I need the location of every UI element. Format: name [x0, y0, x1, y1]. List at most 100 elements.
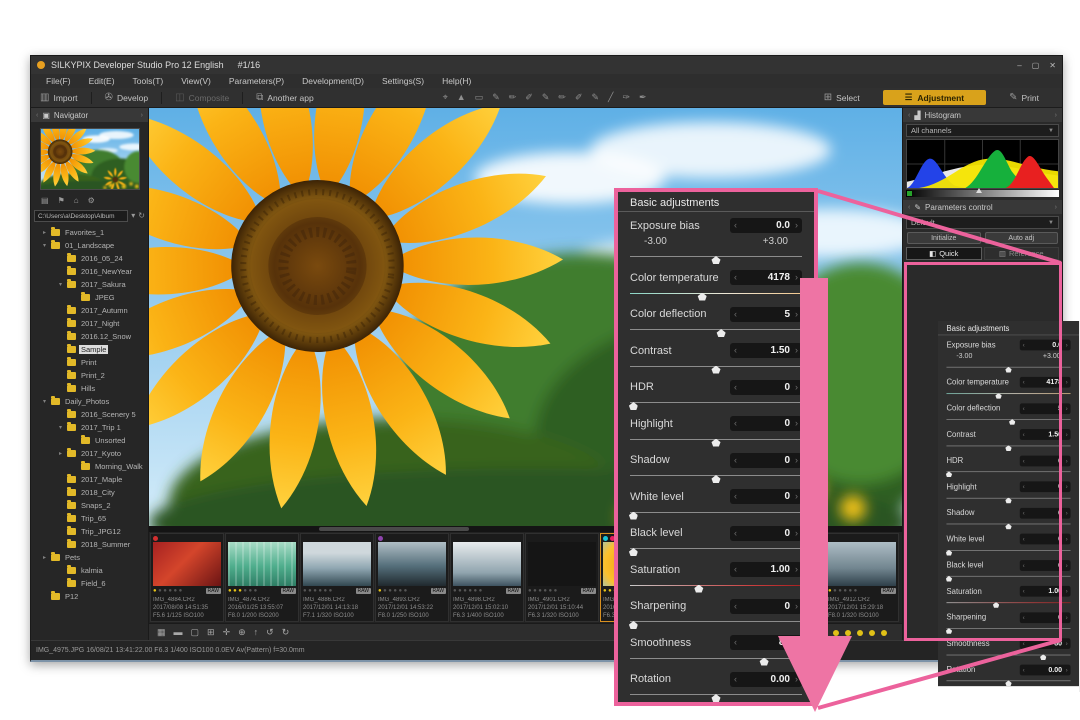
increment-icon[interactable]: › [1066, 562, 1068, 568]
menu-item[interactable]: Edit(E) [80, 76, 124, 86]
view-mode-icon[interactable]: ⊕ [238, 627, 246, 638]
increment-icon[interactable]: › [795, 419, 798, 428]
folder-tree-item[interactable]: Print [31, 356, 148, 369]
value-spinner[interactable]: ‹ 0 › [1020, 534, 1071, 545]
slider-track[interactable] [630, 585, 802, 586]
value-spinner[interactable]: ‹ 0.00 › [1020, 664, 1071, 675]
tool-icon[interactable]: ✎ [542, 92, 550, 103]
value-spinner[interactable]: ‹ 1.00 › [730, 562, 802, 577]
value-spinner[interactable]: ‹ 0 › [1020, 455, 1071, 466]
slider-track[interactable] [946, 602, 1070, 603]
increment-icon[interactable]: › [795, 456, 798, 465]
expand-icon[interactable]: › [1055, 204, 1057, 211]
collapse-icon[interactable]: ‹ [908, 204, 910, 211]
increment-icon[interactable]: › [1066, 536, 1068, 542]
tool-icon[interactable]: ✏ [509, 92, 517, 103]
value-spinner[interactable]: ‹ 0.0 › [730, 218, 802, 233]
star-rating[interactable]: ●●●●●● RAW [303, 586, 371, 595]
value-spinner[interactable]: ‹ 0 › [730, 416, 802, 431]
navigator-thumbnail[interactable] [40, 128, 140, 190]
menu-item[interactable]: Help(H) [433, 76, 480, 86]
value-spinner[interactable]: ‹ 0 › [730, 526, 802, 541]
increment-icon[interactable]: › [1066, 379, 1068, 385]
folder-path-input[interactable]: C:\Users\a\Desktop\Album [34, 210, 128, 222]
path-dropdown-icon[interactable]: ▾ [131, 211, 135, 220]
slider-track[interactable] [630, 694, 802, 695]
star-filter-dot[interactable] [869, 630, 875, 636]
tab-reference[interactable]: ▥Reference [984, 247, 1060, 260]
folder-tree-item[interactable]: 2018_Summer [31, 538, 148, 551]
slider-thumb[interactable] [629, 548, 638, 556]
increment-icon[interactable]: › [795, 602, 798, 611]
increment-icon[interactable]: › [1066, 510, 1068, 516]
increment-icon[interactable]: › [1066, 405, 1068, 411]
increment-icon[interactable]: › [1066, 342, 1068, 348]
folder-tree-item[interactable]: ▾ 01_Landscape [31, 239, 148, 252]
value-spinner[interactable]: ‹ 0.00 › [730, 672, 802, 687]
view-mode-icon[interactable]: ▬ [174, 627, 183, 638]
print-mode-button[interactable]: ✎Print [1000, 92, 1048, 103]
view-mode-icon[interactable]: ✛ [223, 627, 231, 638]
slider-thumb[interactable] [629, 512, 638, 520]
view-mode-icon[interactable]: ⊞ [207, 627, 215, 638]
folder-tree-item[interactable]: Snaps_2 [31, 499, 148, 512]
value-spinner[interactable]: ‹ 0 › [730, 380, 802, 395]
thumbnail-image[interactable] [453, 542, 521, 586]
folder-tree-item[interactable]: ▸ Pets [31, 551, 148, 564]
star-filter-dot[interactable] [821, 630, 827, 636]
thumbnail-image[interactable] [828, 542, 896, 586]
view-mode-icon[interactable]: ▦ [157, 627, 166, 638]
value-spinner[interactable]: ‹ 80 › [730, 635, 802, 650]
view-mode-icon[interactable]: ▢ [191, 627, 200, 638]
thumbnail-image[interactable] [528, 542, 596, 586]
folder-tree-item[interactable]: ▾ 2017_Sakura [31, 278, 148, 291]
slider-track[interactable] [946, 628, 1070, 629]
tool-icon[interactable]: ▭ [475, 92, 484, 103]
filmstrip-thumbnail[interactable]: ●●●●●● RAW IMG_4901.CR2 2017/12/01 15:10… [525, 533, 599, 622]
expand-arrow-icon[interactable]: ▸ [41, 229, 48, 236]
increment-icon[interactable]: › [1066, 588, 1068, 594]
slider-thumb[interactable] [712, 439, 721, 447]
folder-tree-item[interactable]: 2017_Maple [31, 473, 148, 486]
expand-arrow-icon[interactable]: ▾ [41, 398, 48, 405]
folder-tree-item[interactable]: 2017_Night [31, 317, 148, 330]
maximize-button[interactable]: ▢ [1032, 61, 1040, 70]
increment-icon[interactable]: › [795, 492, 798, 501]
value-spinner[interactable]: ‹ 80 › [1020, 638, 1071, 649]
folder-tree-item[interactable]: Morning_Walk [31, 460, 148, 473]
folder-tree-item[interactable]: Hills [31, 382, 148, 395]
channel-select[interactable]: All channels▼ [906, 124, 1059, 137]
tool-icon[interactable]: ✑ [622, 92, 630, 103]
increment-icon[interactable]: › [1066, 640, 1068, 646]
slider-thumb[interactable] [698, 293, 707, 301]
folder-tree-item[interactable]: 2018_City [31, 486, 148, 499]
tool-icon[interactable]: ✐ [575, 92, 583, 103]
increment-icon[interactable]: › [1066, 431, 1068, 437]
expand-right-icon[interactable]: › [141, 112, 143, 119]
slider-track[interactable] [946, 445, 1070, 446]
tool-icon[interactable]: ✎ [591, 92, 599, 103]
refresh-icon[interactable]: ↻ [138, 211, 145, 220]
increment-icon[interactable]: › [795, 346, 798, 355]
thumbnail-image[interactable] [228, 542, 296, 586]
close-button[interactable]: ✕ [1049, 61, 1056, 70]
menu-item[interactable]: File(F) [37, 76, 80, 86]
slider-track[interactable] [630, 475, 802, 476]
slider-track[interactable] [946, 393, 1070, 394]
value-spinner[interactable]: ‹ 5 › [730, 307, 802, 322]
navigator-tool-icon[interactable]: ▤ [41, 196, 49, 205]
view-mode-icon[interactable]: ↑ [254, 627, 259, 638]
slider-track[interactable] [630, 256, 802, 257]
import-button[interactable]: ▥Import [31, 88, 87, 107]
view-mode-icon[interactable]: ↻ [282, 627, 290, 638]
folder-tree-item[interactable]: Trip_65 [31, 512, 148, 525]
slider-track[interactable] [630, 329, 802, 330]
increment-icon[interactable]: › [795, 221, 798, 230]
increment-icon[interactable]: › [1066, 666, 1068, 672]
value-spinner[interactable]: ‹ 4178 › [730, 270, 802, 285]
folder-tree-item[interactable]: ▾ 2017_Trip 1 [31, 421, 148, 434]
slider-track[interactable] [946, 654, 1070, 655]
slider-track[interactable] [630, 512, 802, 513]
menu-item[interactable]: Parameters(P) [220, 76, 293, 86]
folder-tree-item[interactable]: Unsorted [31, 434, 148, 447]
